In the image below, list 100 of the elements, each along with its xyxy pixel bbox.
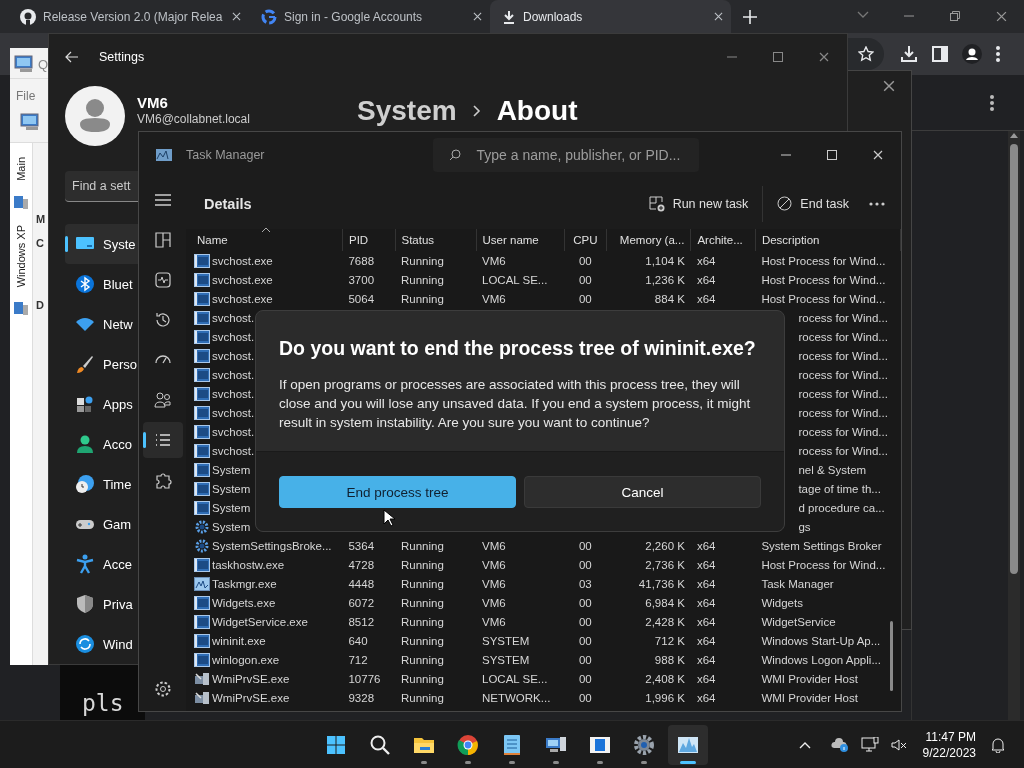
- browser-tab[interactable]: Release Version 2.0 (Major Relea: [8, 0, 249, 33]
- download-icon[interactable]: [900, 45, 918, 63]
- nav-item[interactable]: Acce: [65, 544, 139, 584]
- table-cell: VM6: [476, 251, 565, 270]
- table-cell-text: 4728: [347, 557, 376, 573]
- search-field[interactable]: Find a sett: [65, 171, 139, 202]
- run-new-task-button[interactable]: Run new task: [634, 187, 763, 220]
- breadcrumb-link[interactable]: System: [357, 95, 457, 127]
- window-title: Task Manager: [186, 148, 265, 162]
- nav-item[interactable]: Acco: [65, 424, 139, 464]
- nav-item[interactable]: Netw: [65, 304, 139, 344]
- nav-item[interactable]: Wind: [65, 624, 139, 664]
- star-icon[interactable]: [858, 46, 874, 62]
- table-cell-text: x64: [695, 291, 717, 307]
- bell-icon[interactable]: [990, 736, 1006, 753]
- user-email: VM6@collabnet.local: [137, 112, 250, 126]
- table-cell-text: 6,984 K: [644, 595, 686, 611]
- table-cell-text: x64: [695, 690, 717, 706]
- window-title: Q: [38, 56, 49, 72]
- table-cell-text: rocess for Wind...: [797, 443, 889, 459]
- nav-item[interactable]: Bluet: [65, 264, 139, 304]
- scrollbar[interactable]: [1008, 131, 1020, 720]
- nav-item[interactable]: Syste: [65, 224, 139, 264]
- table-cell-text: NETWORK...: [481, 690, 552, 706]
- table-cell-text: 00: [577, 557, 593, 573]
- table-cell-text: x64: [695, 671, 717, 687]
- menu-item[interactable]: File: [16, 89, 36, 103]
- profile-icon[interactable]: [962, 44, 982, 64]
- column-header[interactable]: PID: [342, 229, 395, 251]
- label: D: [36, 299, 44, 311]
- browser-tab[interactable]: Downloads: [490, 0, 731, 33]
- clock-globe-icon: [75, 474, 95, 494]
- nav-item[interactable]: Apps: [65, 384, 139, 424]
- column-header[interactable]: Archite...: [690, 229, 756, 251]
- window-icon: [194, 481, 210, 496]
- column-header[interactable]: Status: [395, 229, 476, 251]
- vertical-tab[interactable]: Main: [13, 153, 29, 185]
- shield-icon: [75, 594, 95, 614]
- side-panel-icon[interactable]: [932, 46, 948, 62]
- more-menu-icon[interactable]: [990, 94, 994, 111]
- browser-icon: [456, 732, 480, 757]
- table-cell-text: Running: [400, 690, 445, 706]
- browser-tab[interactable]: Sign in - Google Accounts: [249, 0, 490, 33]
- table-cell: WmiPrvSE.exe: [191, 669, 343, 688]
- end-task-button[interactable]: End task: [763, 187, 863, 220]
- speaker-muted-icon[interactable]: [890, 737, 907, 752]
- nav-item[interactable]: Time: [65, 464, 139, 504]
- sort-caret-icon: [262, 227, 271, 232]
- table-cell-text: rocess for Wind...: [797, 386, 889, 402]
- vertical-tab[interactable]: Windows XP: [13, 220, 29, 292]
- computer-icon: [194, 690, 210, 705]
- column-header[interactable]: Description: [755, 229, 901, 251]
- column-header[interactable]: User name: [476, 229, 565, 251]
- nav-item[interactable]: Gam: [65, 504, 139, 544]
- search-field[interactable]: Type a name, publisher, or PID...: [432, 138, 699, 172]
- table-cell: wininit.exe: [191, 631, 343, 650]
- scroll-up-arrow-icon[interactable]: [1010, 133, 1018, 138]
- close-icon[interactable]: [883, 80, 895, 92]
- scrollbar-thumb[interactable]: [890, 621, 893, 691]
- grid-icon: [152, 230, 173, 250]
- computer-icon[interactable]: [20, 113, 42, 131]
- close-icon[interactable]: [232, 12, 241, 21]
- more-menu-icon[interactable]: [996, 46, 1000, 62]
- clock[interactable]: 11:47 PM 9/22/2023: [922, 728, 976, 761]
- taskbar-button[interactable]: [668, 724, 708, 765]
- table-cell-text: WidgetService: [760, 614, 837, 630]
- window-icon: [194, 348, 210, 363]
- back-arrow-icon[interactable]: [65, 50, 79, 63]
- new-tab-icon[interactable]: [743, 9, 757, 24]
- table-cell-text: rocess for Wind...: [797, 310, 889, 326]
- nav-item[interactable]: Priva: [65, 584, 139, 624]
- google-logo-icon: [261, 8, 277, 25]
- column-header[interactable]: Memory (a...: [606, 229, 691, 251]
- close-icon[interactable]: [473, 12, 482, 21]
- table-cell-text: Running: [400, 633, 445, 649]
- table-cell-text: 00: [577, 614, 593, 630]
- table-cell-text: gs: [797, 519, 812, 535]
- window-icon: [194, 633, 210, 648]
- table-cell-text: tage of time th...: [797, 481, 882, 497]
- sync-icon: [75, 634, 95, 654]
- end-process-tree-button[interactable]: End process tree: [279, 476, 516, 508]
- nav-item[interactable]: Perso: [65, 344, 139, 384]
- nav-tab[interactable]: [142, 422, 183, 458]
- table-cell: Widgets.exe: [191, 593, 343, 612]
- address-bar[interactable]: [848, 38, 884, 70]
- cloud-icon[interactable]: [830, 736, 849, 753]
- window-icon: [194, 272, 210, 287]
- table-cell: x64: [690, 251, 756, 270]
- close-icon[interactable]: [714, 12, 723, 21]
- pulse-icon: [152, 270, 173, 290]
- mouse-cursor-icon: [383, 509, 395, 527]
- table-cell: Host Process for Wind...: [755, 251, 901, 270]
- table-cell-text: Running: [400, 291, 445, 307]
- network-icon[interactable]: [860, 736, 879, 753]
- column-header[interactable]: CPU: [564, 229, 607, 251]
- chevron-up-icon[interactable]: [798, 740, 811, 749]
- table-cell-text: SYSTEM: [481, 633, 531, 649]
- window-icon: [194, 614, 210, 629]
- table-cell-text: 1,996 K: [644, 690, 686, 706]
- cancel-button[interactable]: Cancel: [524, 476, 761, 508]
